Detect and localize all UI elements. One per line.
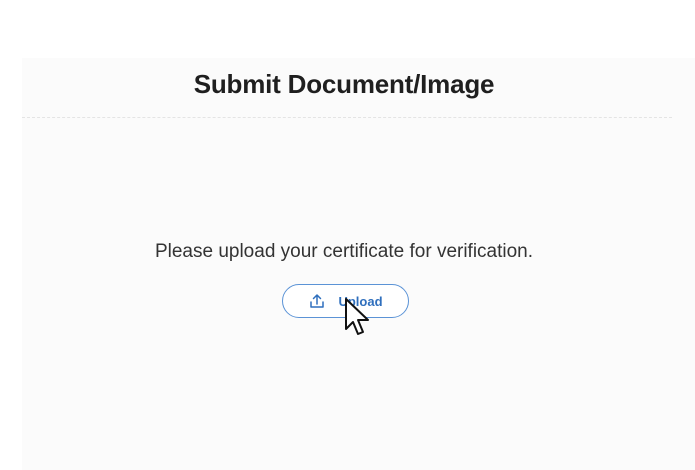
page-title: Submit Document/Image [193, 69, 495, 99]
upload-icon [308, 292, 326, 310]
title-divider [22, 117, 672, 118]
mouse-pointer-icon [345, 298, 369, 335]
submission-panel [22, 58, 695, 470]
page: Submit Document/Image Please upload your… [0, 0, 695, 470]
instruction-message: Please upload your certificate for verif… [154, 241, 534, 262]
